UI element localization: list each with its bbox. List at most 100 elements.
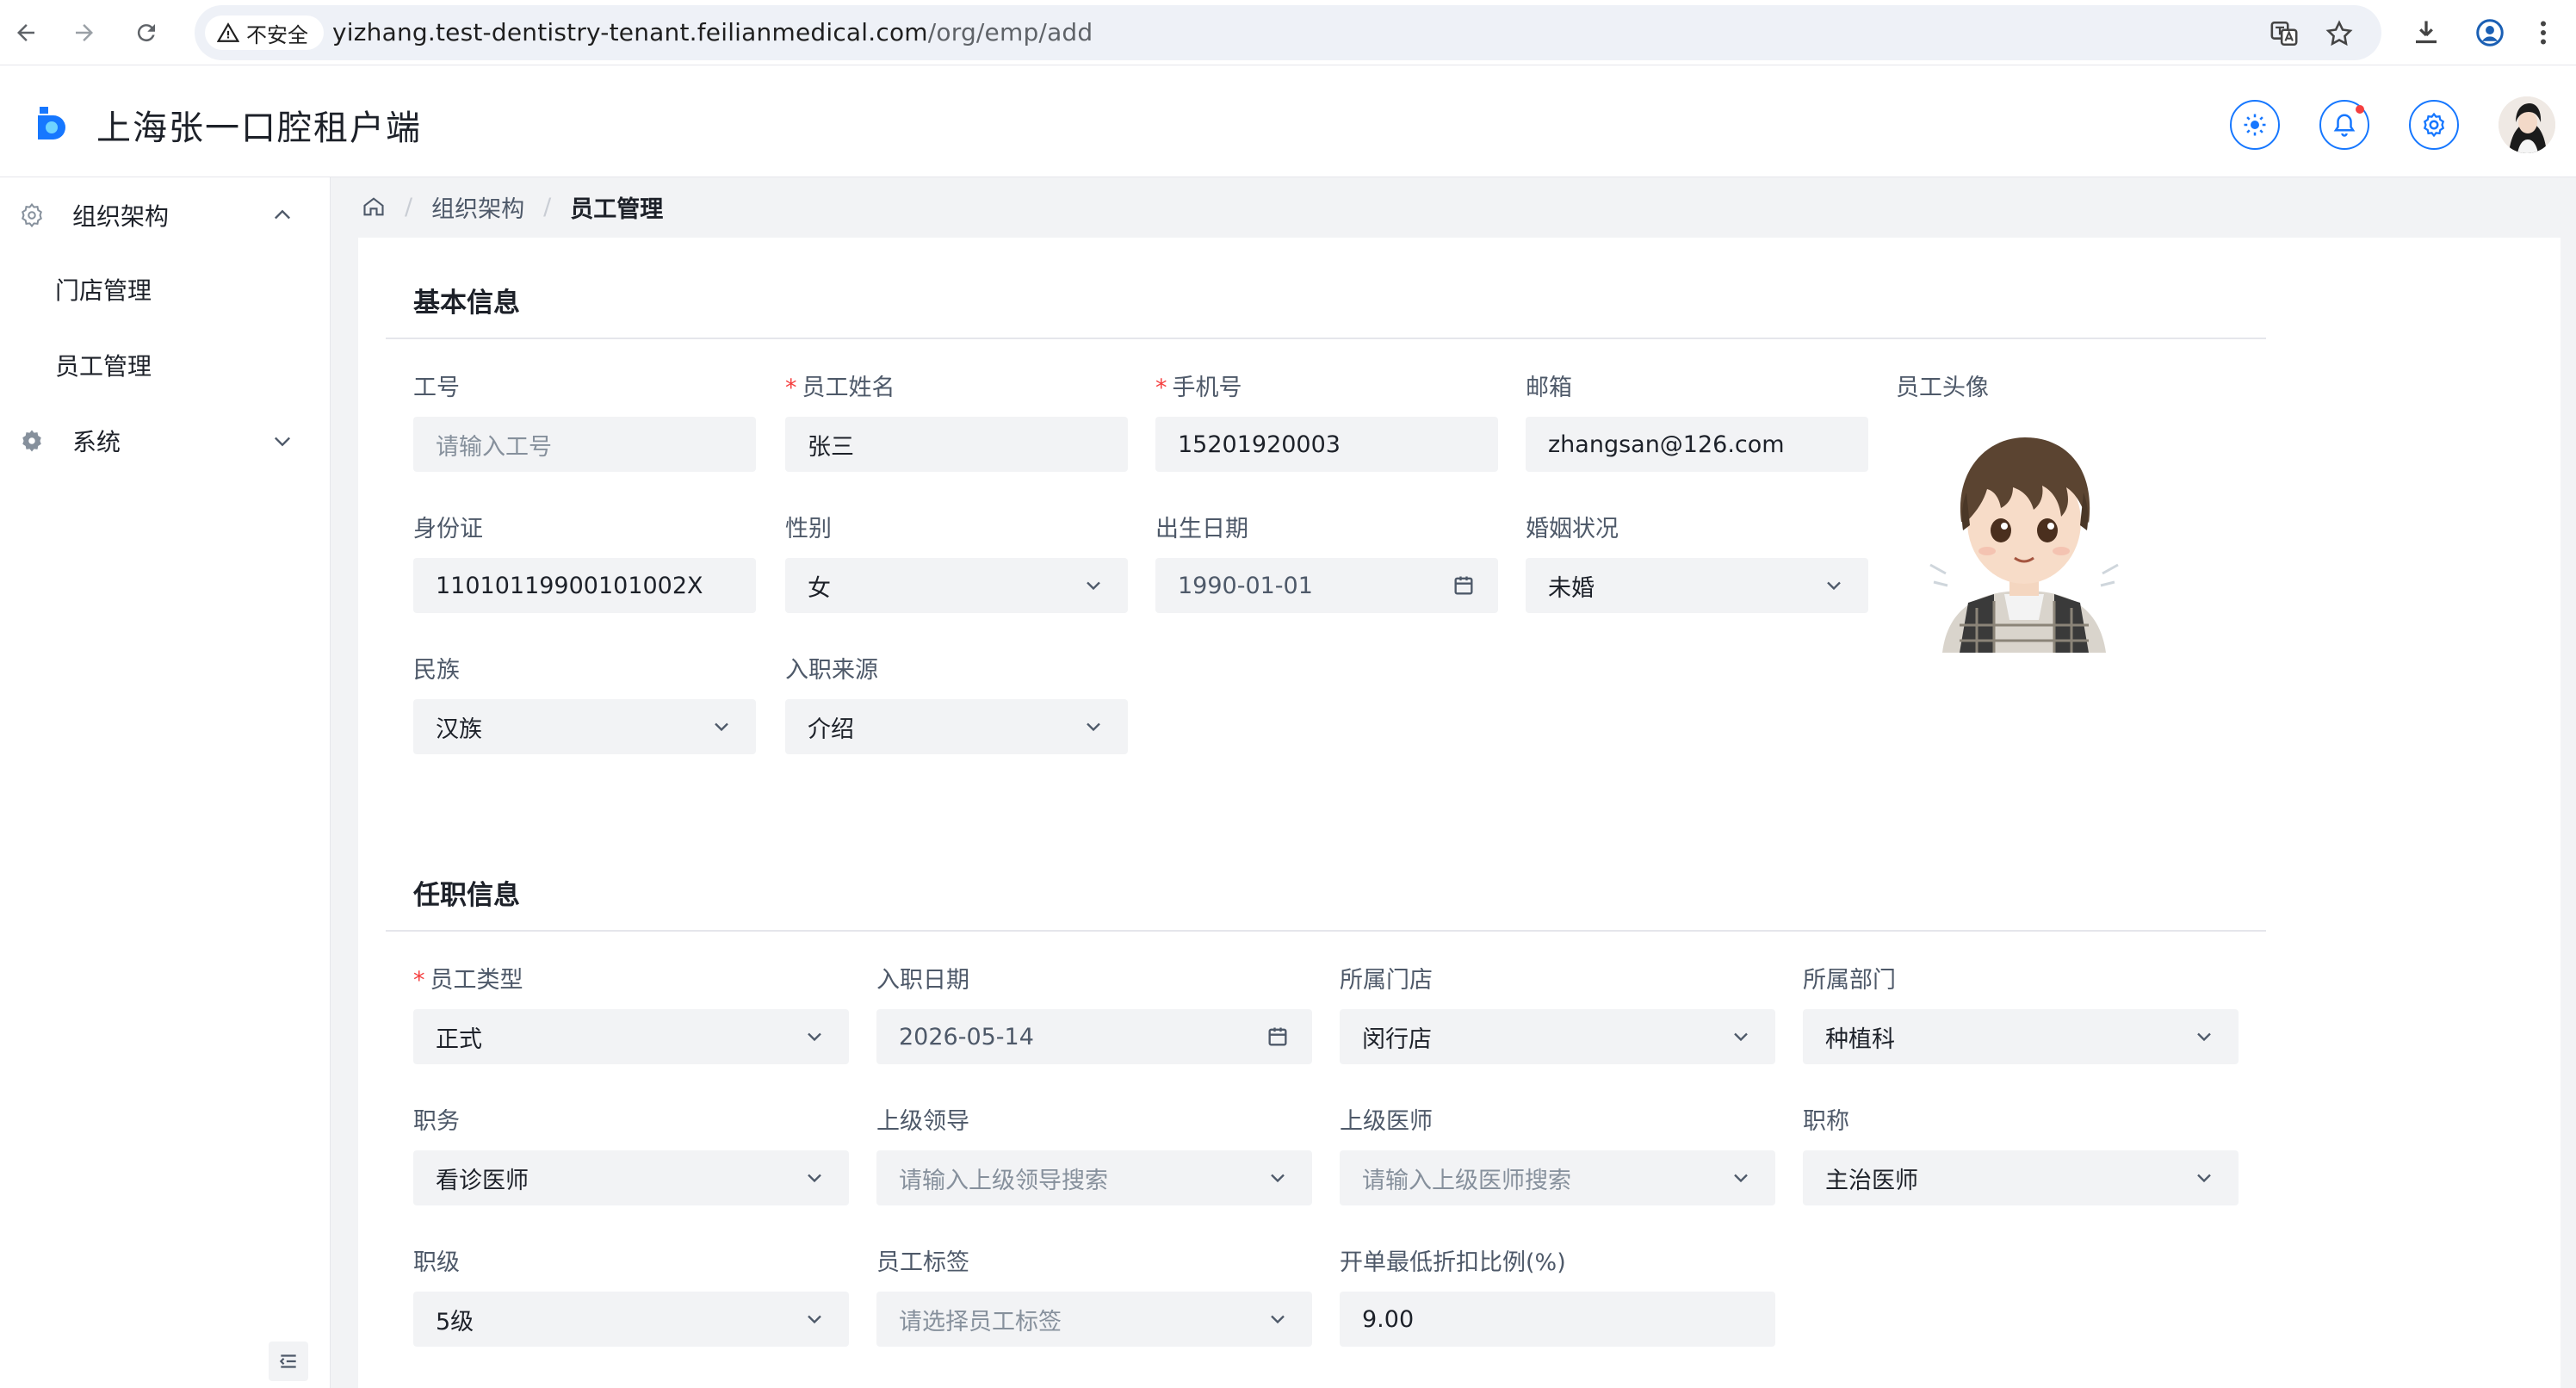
label-text: 手机号 xyxy=(1172,375,1242,401)
sidebar-collapse-button[interactable] xyxy=(269,1342,308,1381)
chevron-down-icon xyxy=(275,437,290,447)
ethnicity-value: 汉族 xyxy=(436,716,482,743)
download-button[interactable] xyxy=(2411,17,2442,48)
label-birthday: 出生日期 xyxy=(1155,516,1248,542)
required-mark: * xyxy=(413,967,425,994)
join-date-value: 2026-05-14 xyxy=(899,1023,1034,1050)
name-input[interactable]: 张三 xyxy=(785,417,1128,472)
breadcrumb-item-org[interactable]: 组织架构 xyxy=(431,190,524,224)
notifications-button[interactable] xyxy=(2319,100,2369,150)
source-value: 介绍 xyxy=(808,716,854,743)
label-level: 职级 xyxy=(413,1249,460,1276)
user-avatar[interactable] xyxy=(2499,96,2555,153)
label-discount: 开单最低折扣比例(%) xyxy=(1340,1249,1566,1276)
join-date-picker[interactable]: 2026-05-14 xyxy=(876,1009,1312,1064)
label-ethnicity: 民族 xyxy=(413,657,460,684)
label-join-date: 入职日期 xyxy=(876,967,969,994)
browser-toolbar: 不安全 yizhang.test-dentistry-tenant.feilia… xyxy=(0,0,2576,65)
marital-select[interactable]: 未婚 xyxy=(1526,558,1868,613)
label-title-rank: 职称 xyxy=(1803,1108,1849,1135)
title-rank-value: 主治医师 xyxy=(1825,1167,1918,1194)
address-bar[interactable]: 不安全 yizhang.test-dentistry-tenant.feilia… xyxy=(195,5,2381,60)
chevron-down-icon xyxy=(802,1166,827,1190)
gender-value: 女 xyxy=(808,574,831,602)
chevron-down-icon xyxy=(1822,573,1846,598)
chevron-down-icon xyxy=(802,1307,827,1331)
doctor-select[interactable]: 请输入上级医师搜索 xyxy=(1340,1150,1775,1205)
employee-photo-upload[interactable] xyxy=(1908,410,2140,653)
breadcrumb-separator: / xyxy=(405,193,413,220)
position-value: 看诊医师 xyxy=(436,1167,529,1194)
forward-button[interactable] xyxy=(67,15,102,50)
chevron-down-icon xyxy=(709,715,734,739)
emp-no-input[interactable]: 请输入工号 xyxy=(413,417,756,472)
level-value: 5级 xyxy=(436,1308,474,1335)
chevron-down-icon xyxy=(1729,1166,1753,1190)
birthday-value: 1990-01-01 xyxy=(1178,572,1313,599)
dept-select[interactable]: 种植科 xyxy=(1803,1009,2239,1064)
settings-button[interactable] xyxy=(2409,100,2459,150)
chevron-down-icon xyxy=(1266,1166,1290,1190)
id-card-input[interactable]: 11010119900101002X xyxy=(413,558,756,613)
chevron-up-icon xyxy=(275,209,290,220)
label-emp-type: * 员工类型 xyxy=(413,961,523,995)
reload-button[interactable] xyxy=(129,15,164,50)
more-vertical-icon xyxy=(2541,21,2546,45)
label-photo: 员工头像 xyxy=(1896,375,1989,401)
browser-menu-button[interactable] xyxy=(2528,17,2559,48)
download-icon xyxy=(2416,21,2437,44)
birthday-picker[interactable]: 1990-01-01 xyxy=(1155,558,1498,613)
theme-toggle-button[interactable] xyxy=(2230,100,2280,150)
label-phone: * 手机号 xyxy=(1155,369,1242,402)
ethnicity-select[interactable]: 汉族 xyxy=(413,699,756,754)
app-title: 上海张一口腔租户端 xyxy=(96,108,422,148)
chevron-down-icon xyxy=(2192,1025,2216,1049)
bookmark-button[interactable] xyxy=(2325,19,2354,48)
marital-value: 未婚 xyxy=(1548,574,1595,602)
dept-value: 种植科 xyxy=(1825,1026,1895,1053)
translate-icon xyxy=(2270,21,2298,46)
section-divider xyxy=(386,930,2266,932)
label-doctor: 上级医师 xyxy=(1340,1108,1433,1135)
translate-button[interactable] xyxy=(2269,19,2299,48)
notification-dot xyxy=(2356,105,2364,114)
security-chip[interactable]: 不安全 xyxy=(205,15,324,50)
home-icon[interactable] xyxy=(362,195,386,219)
org-icon xyxy=(22,202,42,228)
store-select[interactable]: 闵行店 xyxy=(1340,1009,1775,1064)
employee-photo xyxy=(1908,410,2140,653)
gear-icon xyxy=(2423,112,2445,138)
sidebar-group-label: 组织架构 xyxy=(72,202,170,231)
sidebar-item-label: 门店管理 xyxy=(55,276,152,305)
menu-fold-icon xyxy=(279,1354,296,1368)
doctor-placeholder: 请输入上级医师搜索 xyxy=(1362,1167,1571,1194)
sidebar-item-employees[interactable]: 员工管理 xyxy=(0,329,331,401)
employee-form-card: 基本信息 工号 请输入工号 * 员工姓名 张三 * 手机号 15201920003 … xyxy=(358,238,2561,1388)
position-select[interactable]: 看诊医师 xyxy=(413,1150,849,1205)
label-email: 邮箱 xyxy=(1526,375,1572,401)
back-button[interactable] xyxy=(9,15,43,50)
phone-input[interactable]: 15201920003 xyxy=(1155,417,1498,472)
tags-select[interactable]: 请选择员工标签 xyxy=(876,1292,1312,1347)
warning-icon xyxy=(217,22,239,42)
title-rank-select[interactable]: 主治医师 xyxy=(1803,1150,2239,1205)
gender-select[interactable]: 女 xyxy=(785,558,1128,613)
sidebar-item-label: 员工管理 xyxy=(55,352,152,381)
label-store: 所属门店 xyxy=(1340,967,1433,994)
source-select[interactable]: 介绍 xyxy=(785,699,1128,754)
breadcrumb-item-current: 员工管理 xyxy=(570,195,664,223)
sidebar-item-stores[interactable]: 门店管理 xyxy=(0,253,331,325)
label-text: 员工类型 xyxy=(430,967,523,994)
label-tags: 员工标签 xyxy=(876,1249,969,1276)
sidebar-group-system[interactable]: 系统 xyxy=(0,405,331,477)
email-input[interactable]: zhangsan@126.com xyxy=(1526,417,1868,472)
discount-input[interactable]: 9.00 xyxy=(1340,1292,1775,1347)
sidebar-group-org[interactable]: 组织架构 xyxy=(0,179,331,251)
leader-select[interactable]: 请输入上级领导搜索 xyxy=(876,1150,1312,1205)
profile-icon xyxy=(2476,19,2504,46)
profile-button[interactable] xyxy=(2474,17,2505,48)
label-gender: 性别 xyxy=(785,516,832,542)
emp-type-select[interactable]: 正式 xyxy=(413,1009,849,1064)
section-title-basic: 基本信息 xyxy=(413,288,520,319)
level-select[interactable]: 5级 xyxy=(413,1292,849,1347)
